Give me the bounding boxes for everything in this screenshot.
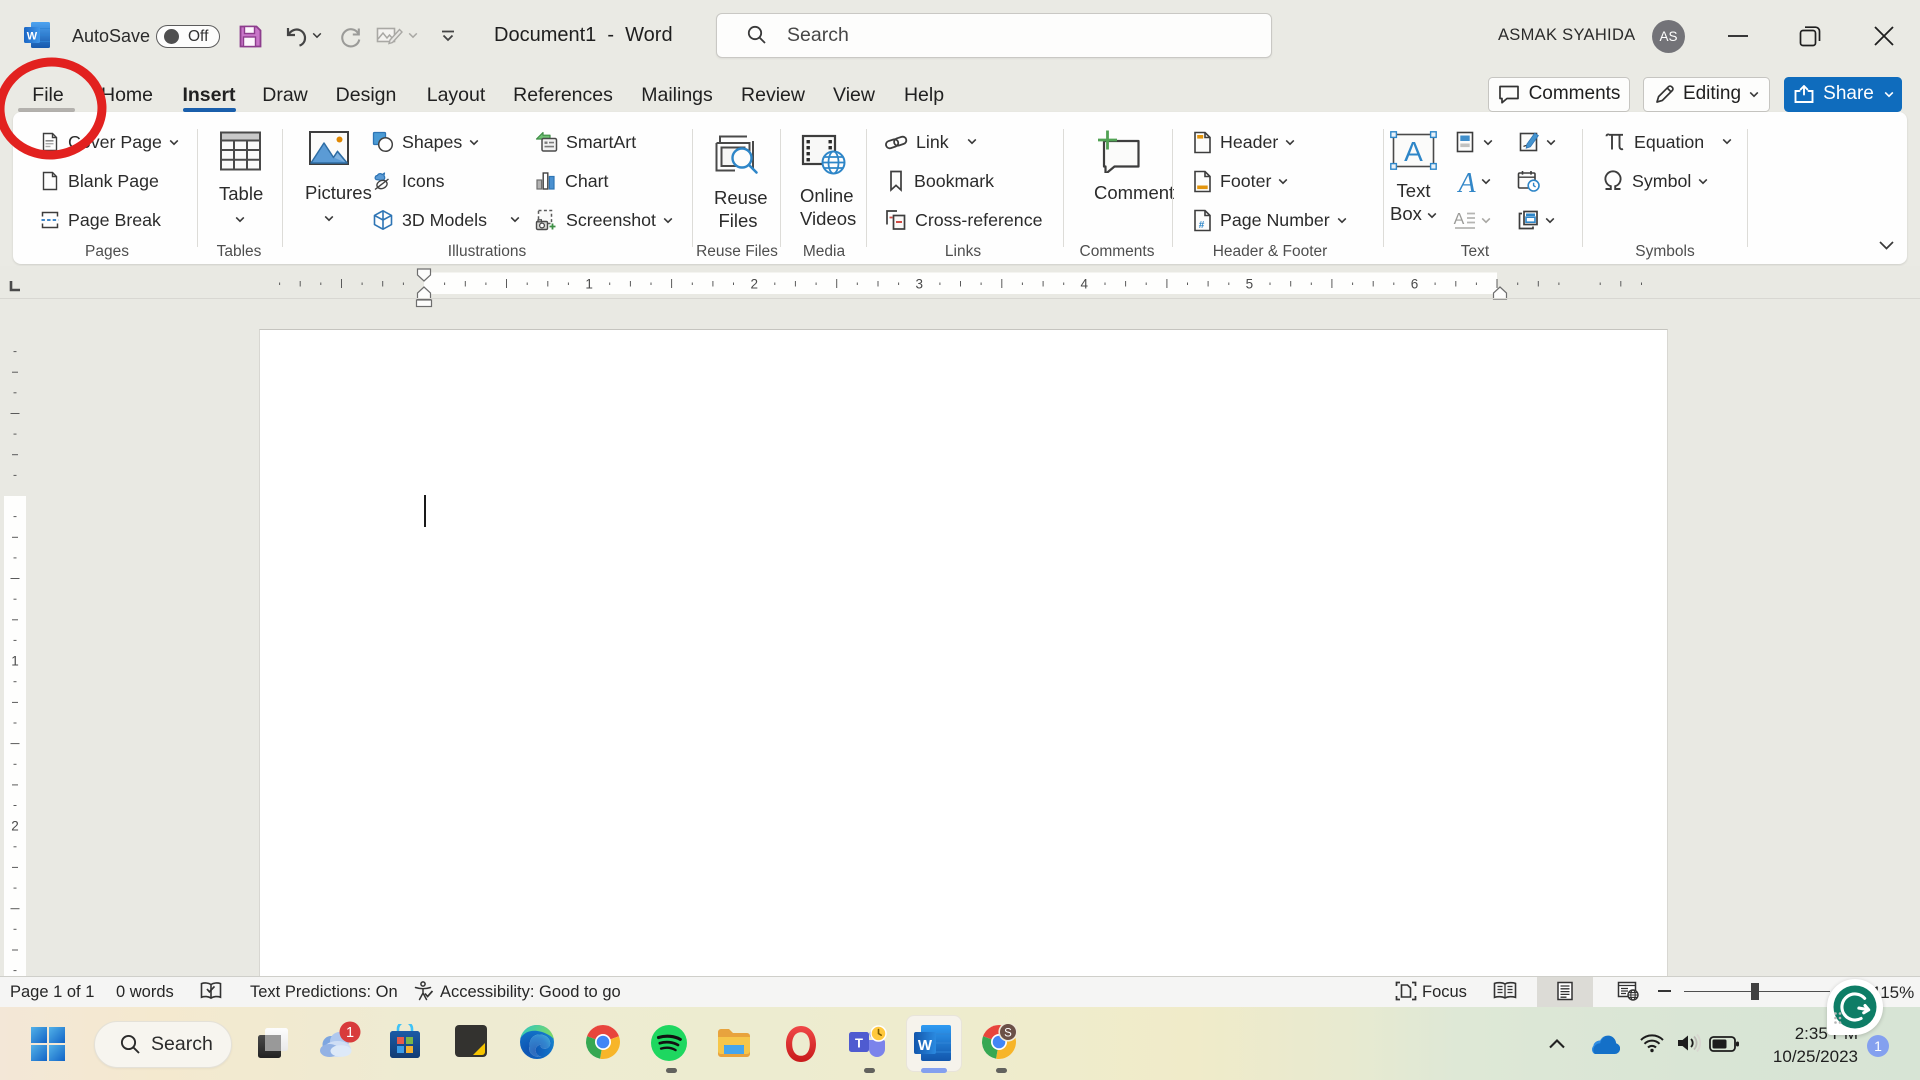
svg-text:W: W — [918, 1037, 933, 1054]
svg-text:#: # — [1199, 220, 1205, 231]
svg-text:A: A — [1456, 170, 1476, 196]
svg-text:5: 5 — [1246, 277, 1254, 292]
svg-text:3: 3 — [915, 277, 923, 292]
svg-text:1: 1 — [585, 277, 593, 292]
svg-text:A: A — [1404, 136, 1423, 167]
svg-text:1: 1 — [346, 1025, 354, 1041]
svg-text:S: S — [1004, 1027, 1012, 1039]
svg-text:A: A — [1454, 211, 1465, 228]
svg-text:2: 2 — [750, 277, 758, 292]
svg-text:2: 2 — [11, 819, 19, 834]
svg-text:4: 4 — [1081, 277, 1089, 292]
svg-text:1: 1 — [11, 654, 19, 669]
svg-text:W: W — [27, 31, 38, 43]
svg-text:T: T — [855, 1036, 863, 1051]
svg-text:6: 6 — [1411, 277, 1419, 292]
